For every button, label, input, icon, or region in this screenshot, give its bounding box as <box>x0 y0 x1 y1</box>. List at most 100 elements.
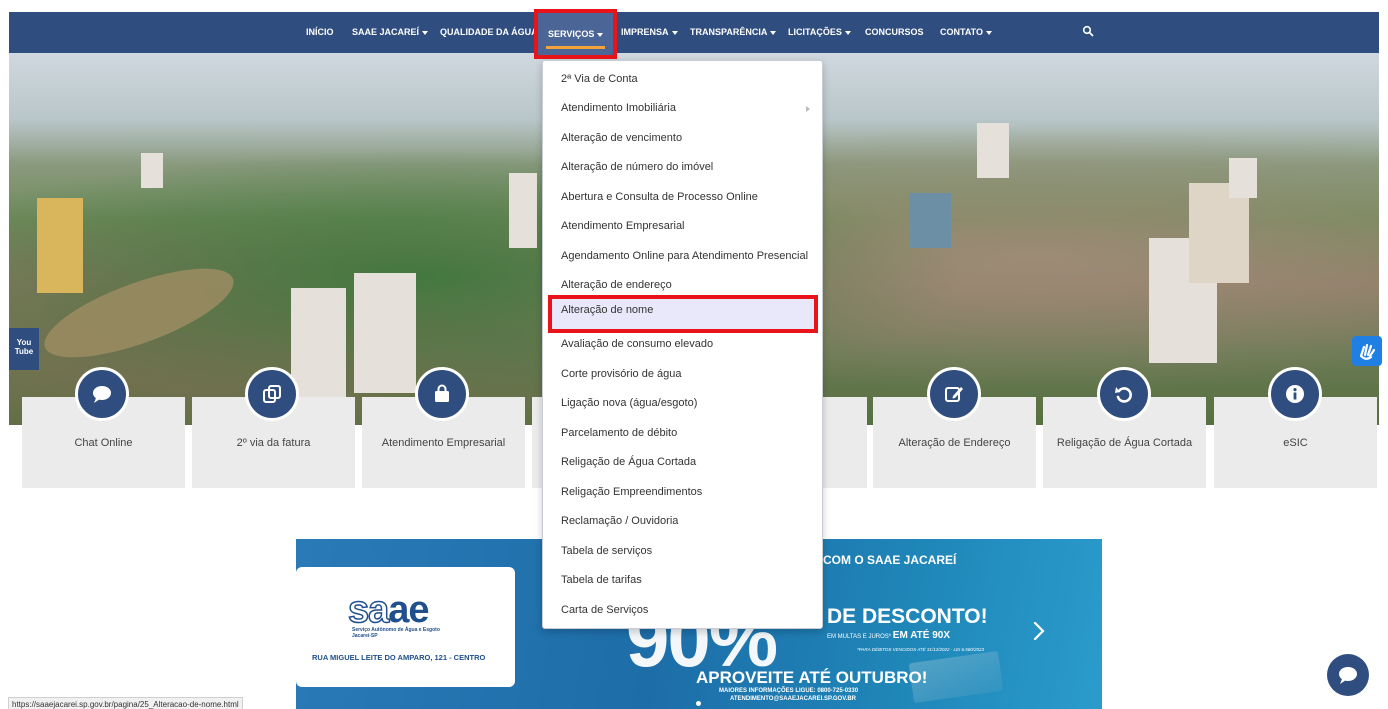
top-navbar: INÍCIO SAAE JACAREÍ QUALIDADE DA ÁGUA SE… <box>9 9 1379 59</box>
menu-item-carta-servicos[interactable]: Carta de Serviços <box>543 596 822 625</box>
menu-item-label: Atendimento Empresarial <box>561 220 685 232</box>
hero-building <box>291 288 346 398</box>
nav-item-transparencia[interactable]: TRANSPARÊNCIA <box>690 12 777 53</box>
menu-item-label: Avaliação de consumo elevado <box>561 338 714 350</box>
chat-widget-button[interactable] <box>1327 654 1369 696</box>
youtube-line2: Tube <box>14 347 34 356</box>
hero-building <box>909 193 951 248</box>
servicos-dropdown-menu: 2ª Via de Conta Atendimento Imobiliária … <box>542 60 823 629</box>
nav-item-saae-jacarei[interactable]: SAAE JACAREÍ <box>352 12 429 53</box>
menu-item-ligacao-nova[interactable]: Ligação nova (água/esgoto) <box>543 389 822 418</box>
nav-item-imprensa[interactable]: IMPRENSA <box>621 12 678 53</box>
nav-item-licitacoes[interactable]: LICITAÇÕES <box>788 12 851 53</box>
menu-item-alteracao-numero-imovel[interactable]: Alteração de número do imóvel <box>543 153 822 182</box>
logo-sub-line: Jacareí-SP <box>352 633 378 639</box>
logo-part: ae <box>388 589 429 631</box>
menu-item-alteracao-nome[interactable]: Alteração de nome <box>548 295 818 333</box>
sign-language-icon <box>1359 343 1376 360</box>
hero-building <box>37 198 83 293</box>
copy-documents-icon[interactable] <box>245 367 299 421</box>
card-label: Religação de Água Cortada <box>1056 437 1193 449</box>
nav-label: CONTATO <box>940 27 983 37</box>
menu-item-alteracao-vencimento[interactable]: Alteração de vencimento <box>543 124 822 153</box>
nav-item-concursos[interactable]: CONCURSOS <box>865 12 924 53</box>
card-label: eSIC <box>1283 437 1308 449</box>
menu-item-label: Parcelamento de débito <box>561 427 678 439</box>
menu-item-label: Reclamação / Ouvidoria <box>561 515 679 527</box>
menu-item-atendimento-imobiliaria[interactable]: Atendimento Imobiliária <box>543 94 822 123</box>
logo-part: sa <box>347 588 390 632</box>
menu-item-label: Religação de Água Cortada <box>561 456 697 468</box>
banner-aproveite: APROVEITE ATÉ OUTUBRO! <box>696 668 928 687</box>
menu-item-parcelamento-debito[interactable]: Parcelamento de débito <box>543 419 822 448</box>
menu-item-tabela-servicos[interactable]: Tabela de serviços <box>543 537 822 566</box>
carousel-dot[interactable] <box>696 701 701 706</box>
nav-item-inicio[interactable]: INÍCIO <box>306 12 334 53</box>
page: INÍCIO SAAE JACAREÍ QUALIDADE DA ÁGUA SE… <box>0 0 1388 709</box>
chat-icon <box>1339 667 1357 684</box>
caret-down-icon <box>844 30 851 35</box>
hero-building <box>1229 158 1257 198</box>
menu-item-label: Alteração de vencimento <box>561 132 683 144</box>
undo-icon[interactable] <box>1097 367 1151 421</box>
menu-item-agendamento-online[interactable]: Agendamento Online para Atendimento Pres… <box>543 242 822 271</box>
caret-down-icon <box>671 30 678 35</box>
caret-down-icon <box>597 32 604 37</box>
banner-multas: EM MULTAS E JUROS* EM ATÉ 90X <box>827 630 950 641</box>
nav-label: CONCURSOS <box>865 27 924 37</box>
search-icon[interactable] <box>1082 25 1094 37</box>
menu-item-tabela-tarifas[interactable]: Tabela de tarifas <box>543 566 822 595</box>
chevron-right-icon[interactable] <box>1032 621 1046 641</box>
nav-item-qualidade-da-agua[interactable]: QUALIDADE DA ÁGUA <box>440 12 538 53</box>
sign-language-button[interactable] <box>1352 336 1382 366</box>
nav-label: TRANSPARÊNCIA <box>690 27 768 37</box>
hero-building <box>354 273 416 393</box>
status-bar-url: https://saaejacarei.sp.gov.br/pagina/25_… <box>8 697 243 709</box>
multas-big: EM ATÉ 90X <box>892 630 951 641</box>
menu-item-label: Corte provisório de água <box>561 368 682 380</box>
caret-down-icon <box>422 30 429 35</box>
hero-building <box>1189 183 1249 283</box>
menu-item-label: Alteração de nome <box>561 304 654 316</box>
banner-headline: COM O SAAE JACAREÍ <box>823 553 957 567</box>
chat-bubbles-icon[interactable] <box>75 367 129 421</box>
nav-label: INÍCIO <box>306 27 334 37</box>
nav-menu: INÍCIO SAAE JACAREÍ QUALIDADE DA ÁGUA SE… <box>9 9 1379 59</box>
shopping-bag-icon[interactable] <box>415 367 469 421</box>
logo-subtitle: Serviço Autônomo de Água e Esgoto Jacareí… <box>352 627 440 639</box>
banner-note: *PARA DÉBITOS VENCIDOS ATÉ 31/12/2022 - … <box>857 647 984 652</box>
banner-info-phone: MAIORES INFORMAÇÕES LIGUE: 0800-725-0330 <box>719 688 859 694</box>
hero-building <box>509 173 537 248</box>
menu-item-avaliacao-consumo[interactable]: Avaliação de consumo elevado <box>543 330 822 359</box>
menu-item-religacao-empreendimentos[interactable]: Religação Empreendimentos <box>543 478 822 507</box>
nav-item-servicos[interactable]: SERVIÇOS <box>534 9 618 59</box>
menu-item-atendimento-empresarial[interactable]: Atendimento Empresarial <box>543 212 822 241</box>
menu-item-label: Tabela de tarifas <box>561 574 642 586</box>
menu-item-label: Tabela de serviços <box>561 545 653 557</box>
saae-logo: saae <box>347 588 429 632</box>
menu-item-label: Alteração de endereço <box>561 279 672 291</box>
menu-item-reclamacao-ouvidoria[interactable]: Reclamação / Ouvidoria <box>543 507 822 536</box>
menu-item-label: Abertura e Consulta de Processo Online <box>561 191 758 203</box>
card-label: Alteração de Endereço <box>898 437 1011 449</box>
nav-label: SAAE JACAREÍ <box>352 27 420 37</box>
card-label: Chat Online <box>74 437 133 449</box>
banner-info-email: ATENDIMENTO@SAAEJACAREI.SP.GOV.BR <box>730 696 856 702</box>
hero-building <box>141 153 163 188</box>
menu-item-religacao-agua-cortada[interactable]: Religação de Água Cortada <box>543 448 822 477</box>
edit-icon[interactable] <box>927 367 981 421</box>
nav-label: IMPRENSA <box>621 27 669 37</box>
menu-item-corte-provisorio[interactable]: Corte provisório de água <box>543 360 822 389</box>
menu-item-processo-online[interactable]: Abertura e Consulta de Processo Online <box>543 183 822 212</box>
nav-item-contato[interactable]: CONTATO <box>940 12 992 53</box>
youtube-tab[interactable]: You Tube <box>9 328 39 370</box>
youtube-line1: You <box>16 338 32 347</box>
saae-logo-card: saae Serviço Autônomo de Água e Esgoto Ja… <box>296 567 515 687</box>
caret-down-icon <box>770 30 777 35</box>
card-label: 2º via da fatura <box>236 437 311 449</box>
info-icon[interactable] <box>1268 367 1322 421</box>
nav-label: LICITAÇÕES <box>788 27 842 37</box>
caret-down-icon <box>986 30 992 35</box>
menu-item-2-via-de-conta[interactable]: 2ª Via de Conta <box>543 65 822 94</box>
banner-desconto: DE DESCONTO! <box>827 605 988 628</box>
